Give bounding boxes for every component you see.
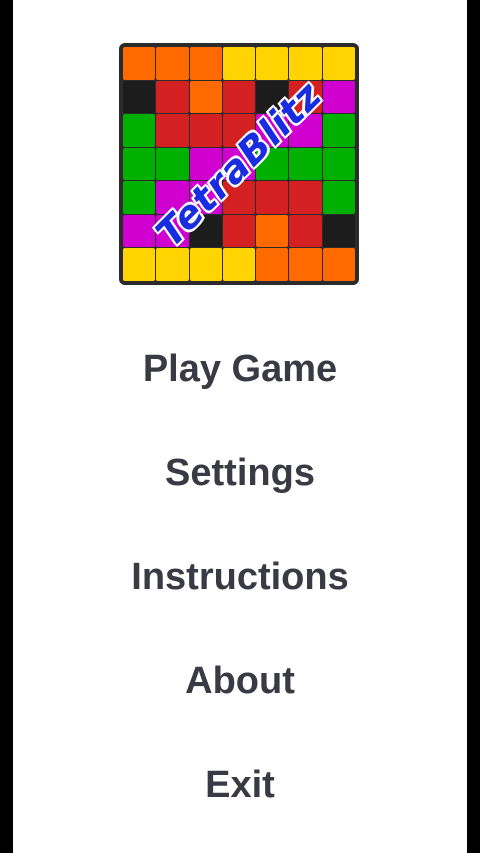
exit-button[interactable]: Exit [13,749,467,853]
logo-block [322,214,355,248]
logo-block [256,181,289,214]
logo-block [222,80,256,114]
settings-button[interactable]: Settings [13,437,467,541]
logo-block [123,147,156,181]
logo-block [256,214,289,248]
main-menu: Play Game Settings Instructions About Ex… [13,333,467,853]
logo-block [322,47,355,80]
logo-block [156,248,189,281]
logo-block [222,248,256,281]
logo-block [123,248,156,281]
logo-block [256,47,289,80]
logo-block [322,114,355,147]
logo-block [123,47,156,80]
logo-block [156,114,189,147]
play-game-button[interactable]: Play Game [13,333,467,437]
logo-block [189,248,222,281]
logo-block [189,114,222,147]
logo-block [289,47,322,80]
logo-block [189,80,222,114]
about-button[interactable]: About [13,645,467,749]
logo-block [123,80,156,114]
logo-block [289,147,322,181]
logo-block [123,181,156,214]
logo-block [322,248,355,281]
logo-block [123,114,156,147]
logo-block [189,47,222,80]
logo-block [322,147,355,181]
logo-block [156,47,189,80]
tetrablitz-logo: TetraBlitz [119,43,359,285]
logo-block [289,214,322,248]
logo-block [222,214,256,248]
logo-block [322,181,355,214]
logo-block [289,248,322,281]
main-menu-screen: TetraBlitz Play Game Settings Instructio… [13,0,467,853]
logo-block [256,248,289,281]
logo-block [289,181,322,214]
logo-block [156,80,189,114]
logo-block [322,80,355,114]
logo-block [222,47,256,80]
logo-block [156,147,189,181]
instructions-button[interactable]: Instructions [13,541,467,645]
